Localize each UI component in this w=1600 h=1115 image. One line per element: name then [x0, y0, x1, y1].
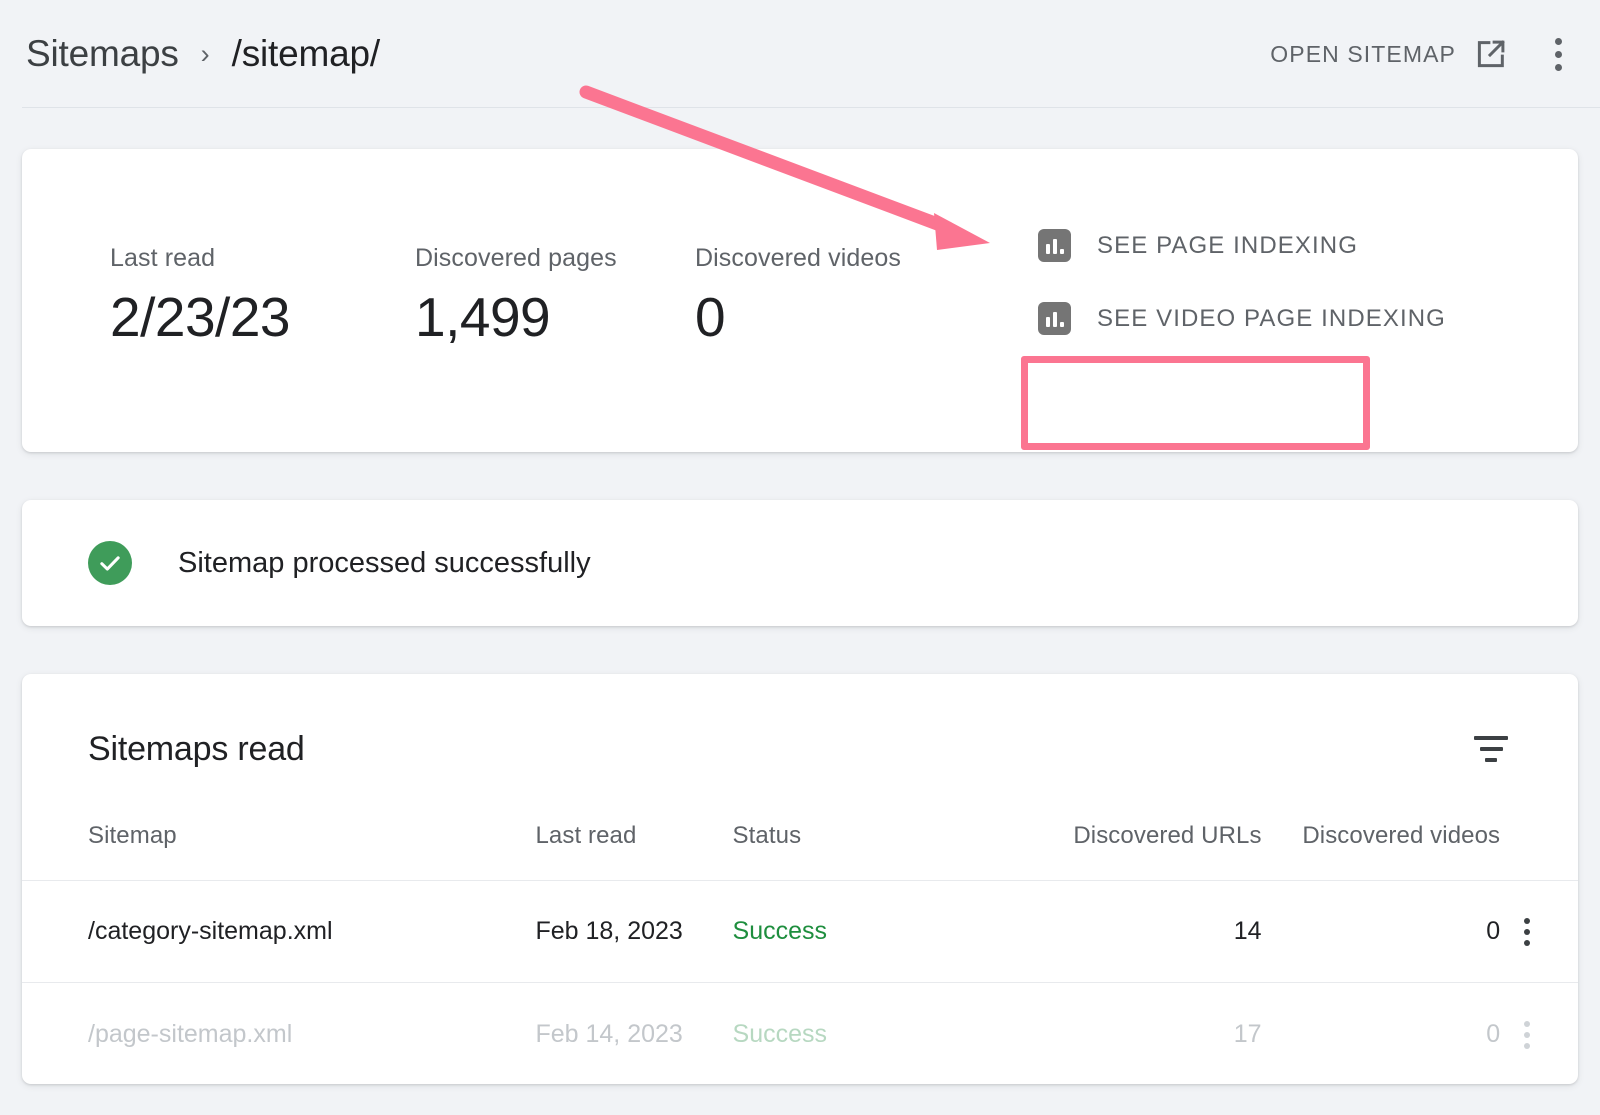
see-video-page-indexing-label: SEE VIDEO PAGE INDEXING — [1097, 305, 1446, 333]
cell-sitemap[interactable]: /page-sitemap.xml — [22, 983, 535, 1084]
page-header: Sitemaps › /sitemap/ OPEN SITEMAP — [0, 0, 1600, 108]
cell-status: Success — [733, 983, 951, 1084]
kebab-dot — [1524, 918, 1530, 924]
column-header-actions — [1500, 822, 1578, 881]
kebab-dot — [1524, 940, 1530, 946]
cell-discovered-urls: 14 — [950, 881, 1261, 983]
open-sitemap-label: OPEN SITEMAP — [1270, 41, 1456, 68]
see-page-indexing-label: SEE PAGE INDEXING — [1097, 232, 1358, 260]
stat-value: 2/23/23 — [110, 289, 415, 347]
see-page-indexing-button[interactable]: SEE PAGE INDEXING — [1034, 221, 1450, 270]
cell-sitemap[interactable]: /category-sitemap.xml — [22, 881, 535, 983]
kebab-dot — [1524, 929, 1530, 935]
row-overflow-menu-button[interactable] — [1524, 1021, 1530, 1049]
success-check-icon — [88, 541, 132, 585]
kebab-dot — [1555, 51, 1562, 58]
sitemap-summary-card: Last read 2/23/23 Discovered pages 1,499… — [22, 149, 1578, 452]
column-header-discovered-urls: Discovered URLs — [950, 822, 1261, 881]
breadcrumb: Sitemaps › /sitemap/ — [26, 33, 1266, 75]
stat-label: Discovered pages — [415, 244, 695, 273]
column-header-discovered-videos: Discovered videos — [1262, 822, 1501, 881]
header-actions: OPEN SITEMAP — [1266, 31, 1578, 77]
stat-discovered-pages: Discovered pages 1,499 — [415, 244, 695, 347]
summary-stats: Last read 2/23/23 Discovered pages 1,499… — [22, 149, 1000, 347]
cell-discovered-urls: 17 — [950, 983, 1261, 1084]
chevron-right-icon: › — [201, 39, 210, 70]
cell-last-read: Feb 14, 2023 — [535, 983, 732, 1084]
kebab-dot — [1524, 1021, 1530, 1027]
table-row[interactable]: /page-sitemap.xml Feb 14, 2023 Success 1… — [22, 983, 1578, 1084]
status-message: Sitemap processed successfully — [178, 547, 591, 580]
cell-last-read: Feb 18, 2023 — [535, 881, 732, 983]
bar-chart-icon — [1038, 302, 1071, 335]
table-title: Sitemaps read — [88, 730, 305, 769]
cell-discovered-videos: 0 — [1262, 983, 1501, 1084]
sitemap-status-card: Sitemap processed successfully — [22, 500, 1578, 626]
breadcrumb-current: /sitemap/ — [232, 33, 380, 75]
kebab-dot — [1555, 64, 1562, 71]
see-video-page-indexing-button[interactable]: SEE VIDEO PAGE INDEXING — [1034, 294, 1450, 343]
cell-status: Success — [733, 881, 951, 983]
stat-value: 0 — [695, 289, 1000, 347]
stat-last-read: Last read 2/23/23 — [110, 244, 415, 347]
cell-row-actions — [1500, 983, 1578, 1084]
table-row[interactable]: /category-sitemap.xml Feb 18, 2023 Succe… — [22, 881, 1578, 983]
kebab-dot — [1524, 1032, 1530, 1038]
stat-label: Discovered videos — [695, 244, 1000, 273]
external-link-icon — [1474, 37, 1508, 71]
column-header-last-read: Last read — [535, 822, 732, 881]
sitemaps-read-table: Sitemap Last read Status Discovered URLs… — [22, 822, 1578, 1084]
kebab-dot — [1524, 1043, 1530, 1049]
indexing-actions: SEE PAGE INDEXING SEE VIDEO PAGE INDEXIN… — [1034, 221, 1450, 343]
stat-label: Last read — [110, 244, 415, 273]
row-overflow-menu-button[interactable] — [1524, 918, 1530, 946]
annotation-highlight-box — [1021, 356, 1370, 450]
breadcrumb-root-link[interactable]: Sitemaps — [26, 33, 179, 75]
cell-row-actions — [1500, 881, 1578, 983]
header-overflow-menu-button[interactable] — [1538, 32, 1578, 76]
table-header-bar: Sitemaps read — [22, 674, 1578, 772]
stat-value: 1,499 — [415, 289, 695, 347]
column-header-status: Status — [733, 822, 951, 881]
column-header-sitemap: Sitemap — [22, 822, 535, 881]
table-header-row: Sitemap Last read Status Discovered URLs… — [22, 822, 1578, 881]
cell-discovered-videos: 0 — [1262, 881, 1501, 983]
bar-chart-icon — [1038, 229, 1071, 262]
filter-icon[interactable] — [1468, 726, 1514, 772]
open-sitemap-button[interactable]: OPEN SITEMAP — [1266, 31, 1512, 77]
sitemaps-read-card: Sitemaps read Sitemap Last read Status D… — [22, 674, 1578, 1084]
kebab-dot — [1555, 38, 1562, 45]
stat-discovered-videos: Discovered videos 0 — [695, 244, 1000, 347]
